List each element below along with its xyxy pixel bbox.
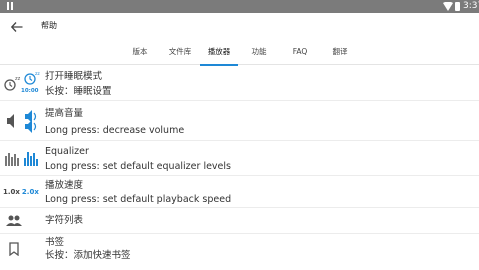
list-item[interactable]: 书签 长按：添加快速书签 [0, 234, 479, 270]
list-item[interactable]: zz zz 10:00 打开睡眠模式 长按：睡眠设置 [0, 66, 479, 101]
tab-bar: 版本 文件库 播放器 功能 FAQ 翻译 [0, 41, 479, 66]
item-title: 播放速度 [45, 180, 84, 191]
sleep-timer-value: 10:00 [21, 88, 39, 94]
sleep-timer-icon: zz zz 10:00 [3, 71, 41, 97]
speed-normal-label: 1.0x [3, 188, 20, 196]
tab-library[interactable]: 文件库 [164, 41, 196, 65]
back-button[interactable] [7, 17, 27, 37]
volume-icon [3, 107, 41, 135]
tab-version[interactable]: 版本 [126, 41, 154, 65]
clock: 3:37 [463, 1, 479, 11]
item-subtitle: Long press: set default equalizer levels [45, 161, 231, 172]
bookmark-icon [3, 239, 25, 259]
list-item[interactable]: Equalizer Long press: set default equali… [0, 141, 479, 176]
back-arrow-icon [11, 22, 23, 32]
list-item[interactable]: 字符列表 [0, 208, 479, 234]
battery-icon [455, 2, 460, 11]
item-subtitle: Long press: decrease volume [45, 125, 185, 136]
app-bar: 帮助 [0, 13, 479, 41]
status-bar: 3:37 [0, 0, 479, 13]
tab-player[interactable]: 播放器 [200, 41, 238, 66]
characters-icon [3, 213, 25, 229]
tab-translate[interactable]: 翻译 [327, 41, 353, 65]
wifi-icon [443, 2, 453, 11]
speed-fast-label: 2.0x [21, 188, 39, 196]
item-subtitle: Long press: set default playback speed [45, 194, 232, 205]
list-item[interactable]: 提高音量 Long press: decrease volume [0, 101, 479, 141]
item-subtitle: 长按：添加快速书签 [45, 250, 131, 261]
item-title: Equalizer [45, 146, 89, 157]
list-item[interactable]: 1.0x 2.0x 播放速度 Long press: set default p… [0, 176, 479, 208]
playback-speed-icon: 1.0x 2.0x [3, 186, 43, 198]
page-title: 帮助 [41, 21, 57, 30]
item-title: 提高音量 [45, 108, 84, 119]
equalizer-icon [3, 149, 41, 167]
svg-text:zz: zz [35, 72, 40, 77]
tab-features[interactable]: 功能 [246, 41, 272, 65]
item-title: 书签 [45, 237, 65, 248]
item-title: 字符列表 [45, 215, 84, 226]
item-title: 打开睡眠模式 [45, 71, 103, 82]
item-subtitle: 长按：睡眠设置 [45, 86, 112, 97]
pause-notification-icon [7, 2, 14, 10]
tab-faq[interactable]: FAQ [286, 41, 314, 65]
svg-text:zz: zz [15, 76, 21, 82]
